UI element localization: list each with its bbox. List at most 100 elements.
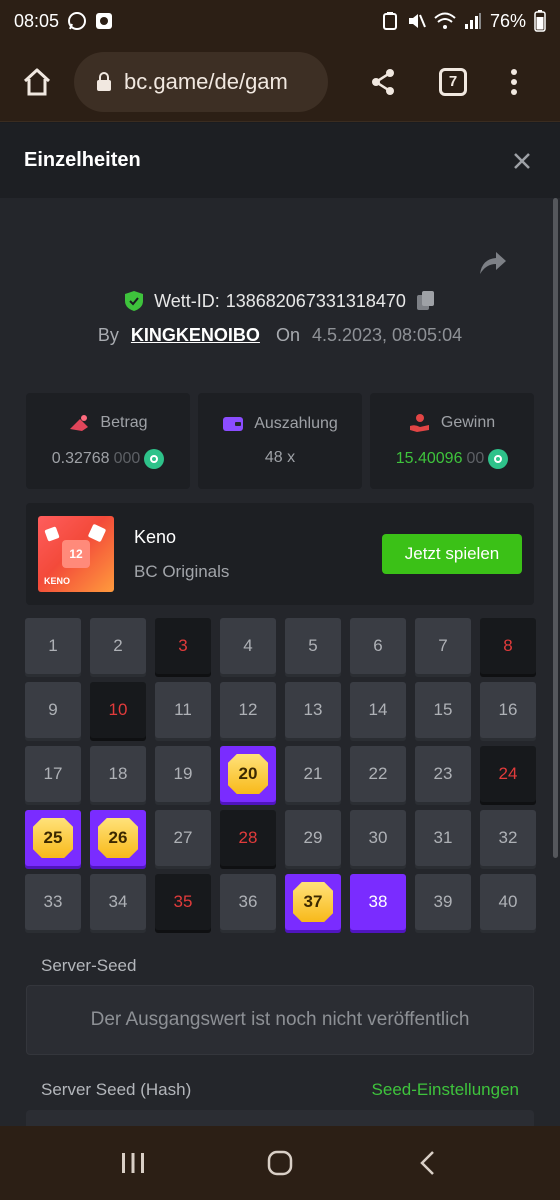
- keno-cell-31: 31: [415, 810, 471, 866]
- browser-menu-button[interactable]: [486, 68, 542, 96]
- keno-cell-27: 27: [155, 810, 211, 866]
- stat-profit: Gewinn 15.40096 00: [370, 393, 534, 489]
- keno-cell-13: 13: [285, 682, 341, 738]
- profit-hand-icon: [409, 414, 429, 432]
- wifi-icon: [434, 12, 456, 30]
- keno-cell-37: 37: [285, 874, 341, 930]
- share-bet-button[interactable]: [478, 250, 508, 281]
- share-button[interactable]: [346, 68, 420, 96]
- home-icon: [23, 68, 51, 95]
- keno-cell-16: 16: [480, 682, 536, 738]
- verified-shield-icon: [125, 291, 144, 311]
- keno-cell-34: 34: [90, 874, 146, 930]
- home-nav-button[interactable]: [250, 1133, 310, 1193]
- stat-payout: Auszahlung 48 x: [198, 393, 362, 489]
- thumb-label: KENO: [44, 576, 71, 586]
- gem-icon: 37: [293, 882, 333, 922]
- battery-icon: [534, 10, 546, 32]
- battery-level: 76%: [489, 10, 526, 31]
- keno-cell-21: 21: [285, 746, 341, 802]
- stat-amount: Betrag 0.32768 000: [26, 393, 190, 489]
- signal-icon: [464, 12, 482, 30]
- browser-toolbar: bc.game/de/gam 7: [0, 42, 560, 122]
- bet-details-content: Wett-ID: 138682067331318470 By KINGKENOI…: [0, 198, 560, 1126]
- keno-cell-24: 24: [480, 746, 536, 802]
- keno-cell-40: 40: [480, 874, 536, 930]
- keno-cell-15: 15: [415, 682, 471, 738]
- keno-cell-18: 18: [90, 746, 146, 802]
- keno-cell-29: 29: [285, 810, 341, 866]
- server-seed-hash-label: Server Seed (Hash): [41, 1080, 192, 1099]
- keno-cell-26: 26: [90, 810, 146, 866]
- status-bar: 08:05 76%: [0, 0, 560, 42]
- stat-profit-dim: 00: [466, 450, 485, 467]
- keno-cell-4: 4: [220, 618, 276, 674]
- keno-cell-10: 10: [90, 682, 146, 738]
- bet-date: 4.5.2023, 08:05:04: [311, 325, 463, 345]
- keno-cell-22: 22: [350, 746, 406, 802]
- by-label: By: [97, 325, 119, 345]
- gem-icon: 26: [98, 818, 138, 858]
- tab-switcher-button[interactable]: 7: [420, 67, 486, 96]
- stat-profit-label: Gewinn: [440, 414, 496, 431]
- close-icon: [514, 152, 530, 169]
- system-navigation-bar: [0, 1126, 560, 1200]
- copy-icon[interactable]: [416, 290, 436, 312]
- server-seed-hash-field: [26, 1110, 534, 1126]
- whatsapp-icon: [67, 11, 87, 31]
- close-button[interactable]: [508, 147, 536, 175]
- keno-cell-25: 25: [25, 810, 81, 866]
- back-button[interactable]: [397, 1133, 457, 1193]
- game-name: Keno: [134, 526, 177, 547]
- home-button[interactable]: [0, 42, 74, 122]
- recent-apps-icon: [122, 1153, 145, 1173]
- keno-cell-2: 2: [90, 618, 146, 674]
- keno-cell-7: 7: [415, 618, 471, 674]
- keno-thumbnail[interactable]: 12 KENO: [38, 516, 114, 592]
- keno-cell-20: 20: [220, 746, 276, 802]
- keno-cell-30: 30: [350, 810, 406, 866]
- more-vert-icon: [511, 68, 517, 95]
- mute-icon: [406, 11, 426, 31]
- back-chevron-icon: [419, 1151, 434, 1175]
- coin-icon: [144, 449, 165, 469]
- keno-cell-1: 1: [25, 618, 81, 674]
- keno-cell-28: 28: [220, 810, 276, 866]
- share-icon: [372, 68, 394, 95]
- keno-cell-9: 9: [25, 682, 81, 738]
- game-provider: BC Originals: [134, 561, 230, 581]
- keno-cell-11: 11: [155, 682, 211, 738]
- tab-count: 7: [439, 67, 467, 96]
- keno-cell-36: 36: [220, 874, 276, 930]
- keno-cell-12: 12: [220, 682, 276, 738]
- modal-header: Einzelheiten: [0, 123, 560, 198]
- user-link[interactable]: KINGKENOIBO: [131, 325, 260, 346]
- url-text: bc.game/de/gam: [124, 68, 288, 94]
- keno-cell-5: 5: [285, 618, 341, 674]
- status-time: 08:05: [14, 10, 60, 31]
- bet-amount-icon: [70, 415, 89, 431]
- keno-grid: 1 2 3 4 5 6 7 8 9 10 11 12 13 14 15 16 17 18 19 20 21 22 23 24 2…: [25, 618, 536, 930]
- keno-cell-8: 8: [480, 618, 536, 674]
- gem-icon: 25: [33, 818, 73, 858]
- stat-profit-value: 15.40096: [395, 450, 463, 467]
- address-bar[interactable]: bc.game/de/gam: [74, 51, 328, 112]
- notification-app-icon: [95, 12, 113, 30]
- play-now-button[interactable]: Jetzt spielen: [382, 534, 522, 574]
- recent-apps-button[interactable]: [103, 1133, 163, 1193]
- keno-cell-23: 23: [415, 746, 471, 802]
- on-label: On: [275, 325, 300, 345]
- home-circle-icon: [267, 1150, 293, 1176]
- modal-title: Einzelheiten: [24, 149, 141, 171]
- seed-settings-link[interactable]: Seed-Einstellungen: [372, 1080, 519, 1100]
- game-card: 12 KENO Keno BC Originals Jetzt spielen: [26, 503, 534, 605]
- lock-icon: [97, 71, 111, 91]
- stat-payout-label: Auszahlung: [254, 415, 338, 432]
- thumb-number: 12: [62, 540, 90, 568]
- bet-id-row: Wett-ID: 138682067331318470: [0, 290, 560, 312]
- keno-cell-39: 39: [415, 874, 471, 930]
- keno-cell-33: 33: [25, 874, 81, 930]
- wallet-icon: [223, 417, 244, 431]
- stat-payout-value: 48 x: [264, 449, 296, 466]
- keno-cell-32: 32: [480, 810, 536, 866]
